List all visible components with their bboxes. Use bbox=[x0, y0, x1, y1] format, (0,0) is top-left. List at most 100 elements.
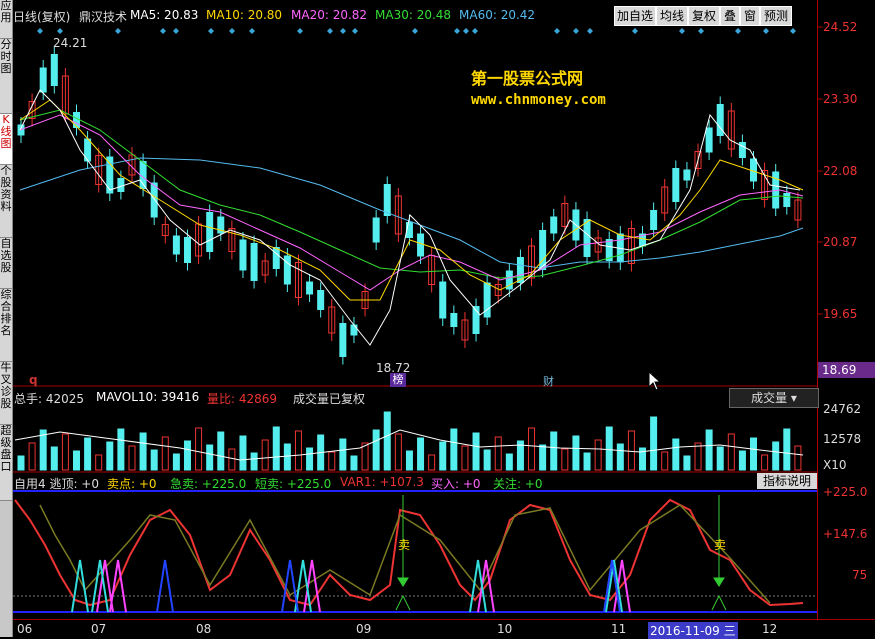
candle-body bbox=[50, 54, 58, 86]
volume-bar bbox=[283, 443, 291, 471]
ranking-marker[interactable]: 榜 bbox=[390, 373, 406, 387]
price-tick-5: 19.65 bbox=[823, 307, 858, 321]
candle-body bbox=[450, 313, 458, 327]
candle-body bbox=[350, 324, 358, 336]
volume-bar bbox=[561, 448, 569, 471]
diamond-marker bbox=[297, 28, 303, 34]
volume-bar bbox=[483, 449, 491, 471]
volume-bar bbox=[28, 442, 36, 471]
indicator-buy: 买入: +0 bbox=[431, 477, 481, 491]
volume-indicator-select[interactable]: 成交量 ▾ bbox=[729, 388, 819, 408]
volume-bar bbox=[550, 431, 558, 471]
signal-spike bbox=[469, 559, 487, 613]
diamond-marker bbox=[115, 28, 121, 34]
volume-bar bbox=[750, 437, 758, 471]
volume-bar bbox=[172, 453, 180, 471]
diamond-marker bbox=[208, 28, 214, 34]
volume-bar bbox=[206, 444, 214, 471]
ma5-line bbox=[19, 89, 801, 346]
watermark-title: 第一股票公式网 bbox=[471, 69, 584, 88]
candle-body bbox=[683, 169, 691, 181]
volume-bar bbox=[294, 430, 302, 471]
indicator-sell-point: 卖点: +0 bbox=[107, 477, 157, 491]
diamond-marker bbox=[412, 28, 418, 34]
candle-body bbox=[483, 282, 491, 318]
signal-spike bbox=[156, 559, 174, 613]
diamond-marker bbox=[160, 28, 166, 34]
volume-bar bbox=[350, 455, 358, 471]
candle-body bbox=[239, 239, 247, 271]
volume-total: 总手: 42025 bbox=[14, 392, 85, 406]
volume-bar bbox=[383, 411, 391, 471]
candle-body bbox=[72, 112, 80, 128]
price-tick-2: 23.30 bbox=[823, 92, 858, 106]
volume-bar bbox=[183, 440, 191, 471]
volume-bar bbox=[84, 437, 92, 471]
volume-bar bbox=[505, 453, 513, 471]
marker-q: q bbox=[29, 373, 38, 387]
volume-bar bbox=[72, 450, 80, 471]
volume-bar bbox=[572, 435, 580, 471]
diamond-marker bbox=[790, 28, 796, 34]
volume-bar bbox=[772, 441, 780, 471]
ma10-line bbox=[19, 99, 804, 301]
indicator-help-button[interactable]: 指标说明 bbox=[757, 473, 817, 489]
candle-body bbox=[650, 210, 658, 230]
cursor-date: 2016-11-09 三 bbox=[648, 622, 738, 639]
diamond-marker bbox=[229, 28, 235, 34]
volume-bar bbox=[50, 446, 58, 471]
volume-bar bbox=[528, 427, 536, 471]
diamond-marker bbox=[352, 28, 358, 34]
mouse-cursor-icon bbox=[648, 371, 662, 391]
volume-bar bbox=[627, 430, 635, 471]
volume-bar bbox=[150, 449, 158, 471]
signal-spikes bbox=[71, 559, 631, 613]
price-tick-3: 22.08 bbox=[823, 164, 858, 178]
volume-bar bbox=[250, 452, 258, 471]
diamond-marker bbox=[698, 28, 704, 34]
indicator-short-sell: 短卖: +225.0 bbox=[255, 477, 332, 491]
diamond-marker bbox=[340, 28, 346, 34]
volume-bar bbox=[583, 452, 591, 471]
volume-bar bbox=[95, 454, 103, 471]
candle-body bbox=[306, 281, 314, 295]
candle-body bbox=[439, 281, 447, 319]
volume-bar bbox=[761, 454, 769, 471]
volume-bar bbox=[727, 433, 735, 471]
volume-bar bbox=[195, 427, 203, 471]
candle-body bbox=[583, 219, 591, 257]
indicator-watch: 关注: +0 bbox=[493, 477, 543, 491]
volume-bar bbox=[405, 450, 413, 471]
volume-mavol10: MAVOL10: 39416 bbox=[96, 390, 200, 404]
date-tick-07: 07 bbox=[91, 622, 107, 636]
diamond-marker bbox=[327, 28, 333, 34]
volume-bar bbox=[106, 441, 114, 471]
candle-body bbox=[183, 237, 191, 263]
indicator-tick-2: +147.6 bbox=[823, 527, 868, 541]
watermark-url: www.chnmoney.com bbox=[471, 92, 606, 108]
volume-bar bbox=[661, 451, 669, 471]
ma20-line bbox=[19, 114, 804, 291]
volume-bar bbox=[716, 446, 724, 471]
candle-body bbox=[783, 193, 791, 207]
chevron-down-icon: ▾ bbox=[790, 391, 797, 405]
volume-bar bbox=[616, 443, 624, 471]
candle-body bbox=[383, 184, 391, 216]
date-axis: 06 07 08 09 10 11 2016-11-09 三 12 bbox=[13, 619, 875, 639]
candle-body bbox=[117, 178, 125, 192]
price-tick-1: 24.52 bbox=[823, 20, 858, 34]
diamond-marker bbox=[735, 28, 741, 34]
signal-diamonds bbox=[37, 28, 796, 34]
volume-ratio: 量比: 42869 bbox=[207, 392, 278, 406]
finance-marker[interactable]: 财 bbox=[543, 373, 554, 389]
date-tick-09: 09 bbox=[356, 622, 372, 636]
volume-bar bbox=[428, 454, 436, 471]
volume-bar bbox=[672, 438, 680, 471]
diamond-marker bbox=[57, 28, 63, 34]
diamond-marker bbox=[472, 28, 478, 34]
volume-bar bbox=[17, 455, 25, 471]
date-tick-06: 06 bbox=[17, 622, 33, 636]
volume-bar bbox=[239, 435, 247, 471]
volume-bar bbox=[461, 445, 469, 471]
candle-body bbox=[705, 127, 713, 153]
